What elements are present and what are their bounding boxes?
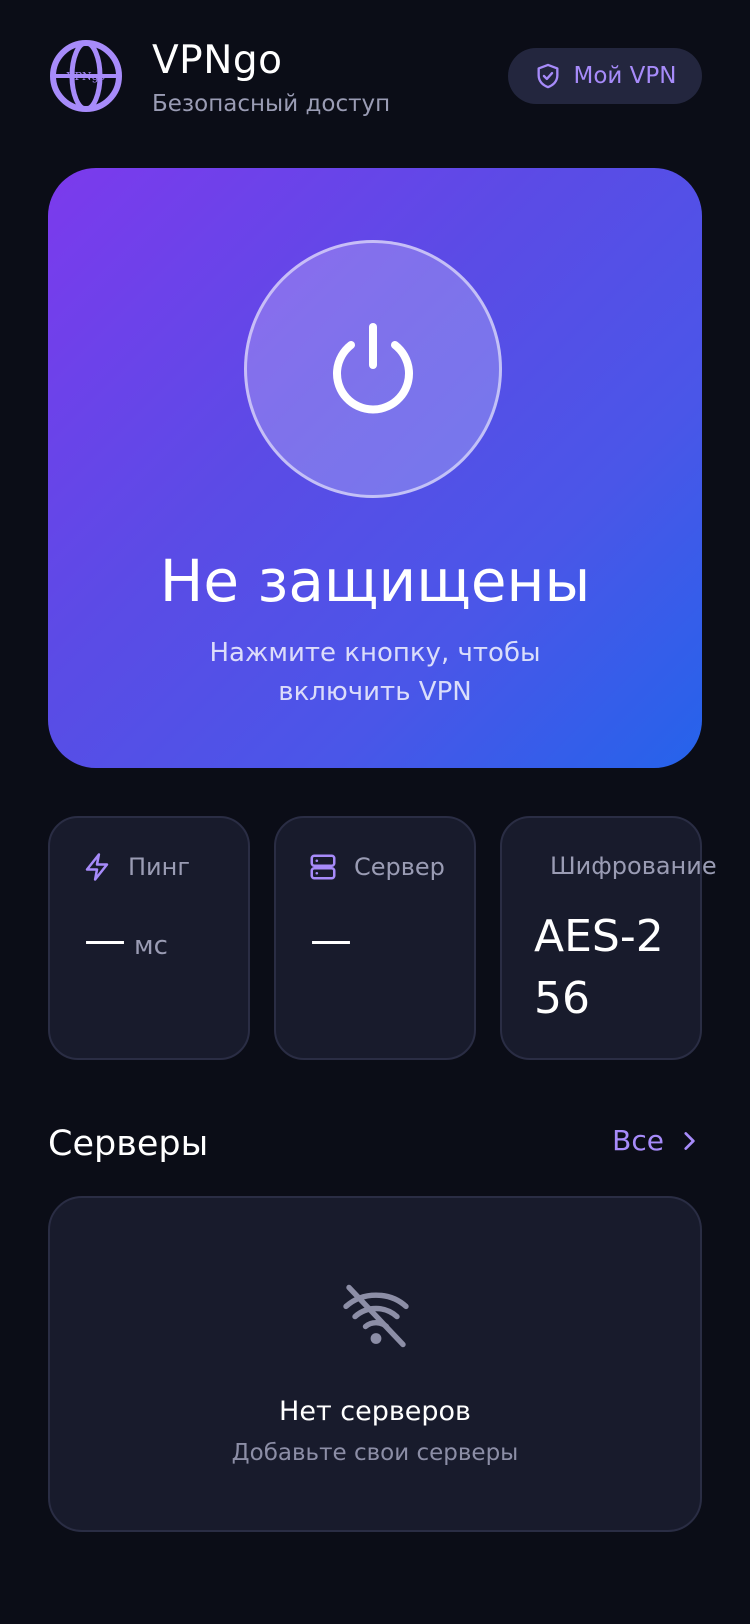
shield-check-icon bbox=[537, 63, 558, 89]
lightning-icon bbox=[85, 853, 109, 881]
globe-logo-icon: VPNgo bbox=[50, 40, 122, 112]
app-subtitle: Безопасный доступ bbox=[152, 91, 391, 117]
see-all-servers-link[interactable]: Все bbox=[612, 1124, 702, 1157]
chevron-right-icon bbox=[684, 1131, 695, 1150]
see-all-label: Все bbox=[612, 1124, 664, 1157]
my-vpn-button[interactable]: Мой VPN bbox=[508, 48, 702, 104]
encryption-value: AES-256 bbox=[534, 911, 664, 1024]
ping-unit: мс bbox=[134, 931, 168, 961]
ping-label: Пинг bbox=[128, 853, 190, 881]
encryption-card: Шифрование AES-256 bbox=[500, 816, 717, 1060]
empty-servers-title: Нет серверов bbox=[279, 1396, 471, 1427]
server-label: Сервер bbox=[354, 853, 445, 881]
wifi-off-icon bbox=[343, 1284, 409, 1348]
server-value: — bbox=[310, 915, 352, 964]
connection-status-title: Не защищены bbox=[159, 547, 591, 615]
logo-text: VPNgo bbox=[66, 70, 106, 83]
app-name: VPNgo bbox=[152, 38, 283, 83]
servers-empty-card: Нет серверов Добавьте свои серверы bbox=[48, 1196, 702, 1532]
connection-status-card: Не защищены Нажмите кнопку, чтобы включи… bbox=[48, 168, 702, 768]
server-icon bbox=[310, 854, 336, 880]
my-vpn-label: Мой VPN bbox=[573, 63, 677, 89]
empty-servers-hint: Добавьте свои серверы bbox=[231, 1440, 519, 1466]
ping-card: Пинг — мс bbox=[48, 816, 250, 1060]
encryption-label: Шифрование bbox=[550, 852, 717, 880]
server-card: Сервер — bbox=[274, 816, 476, 1060]
ping-value: — bbox=[84, 915, 126, 964]
power-icon bbox=[333, 323, 413, 414]
ping-value-row: — мс bbox=[84, 914, 168, 972]
app-header: VPNgo VPNgo Безопасный доступ Мой VPN bbox=[48, 38, 702, 118]
servers-section-title: Серверы bbox=[48, 1124, 209, 1164]
power-toggle-button[interactable] bbox=[244, 240, 502, 498]
connection-status-hint: Нажмите кнопку, чтобы включить VPN bbox=[209, 638, 541, 707]
